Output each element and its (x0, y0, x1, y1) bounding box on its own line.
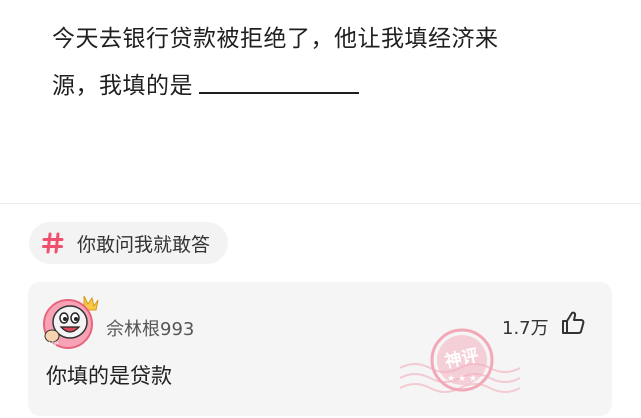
post-card: 今天去银行贷款被拒绝了，他让我填经济来 源，我填的是 (0, 0, 641, 204)
topic-tag[interactable]: 你敢问我就敢答 (29, 222, 229, 264)
post-line-1: 今天去银行贷款被拒绝了，他让我填经济来 (52, 26, 499, 52)
svg-text:★ ★ ★: ★ ★ ★ (447, 374, 477, 384)
comment-text: 你填的是贷款 (46, 364, 172, 388)
post-text: 今天去银行贷款被拒绝了，他让我填经济来 源，我填的是 (52, 16, 612, 110)
avatar[interactable]: VIP (40, 290, 102, 352)
fill-in-blank (199, 91, 359, 94)
comment-username[interactable]: 佘林根993 (106, 315, 194, 341)
like-count: 1.7万 (502, 318, 549, 339)
post-line-2-text: 源，我填的是 (52, 73, 193, 99)
post-line-2: 源，我填的是 (52, 63, 612, 110)
comment-card[interactable]: 神评 ★ ★ ★ VIP 佘林根993 1.7万 你填的是贷款 (28, 282, 612, 416)
svg-text:VIP: VIP (49, 341, 59, 348)
topic-label: 你敢问我就敢答 (77, 233, 211, 256)
hash-icon (41, 231, 65, 255)
thumbs-up-icon[interactable] (560, 310, 586, 336)
